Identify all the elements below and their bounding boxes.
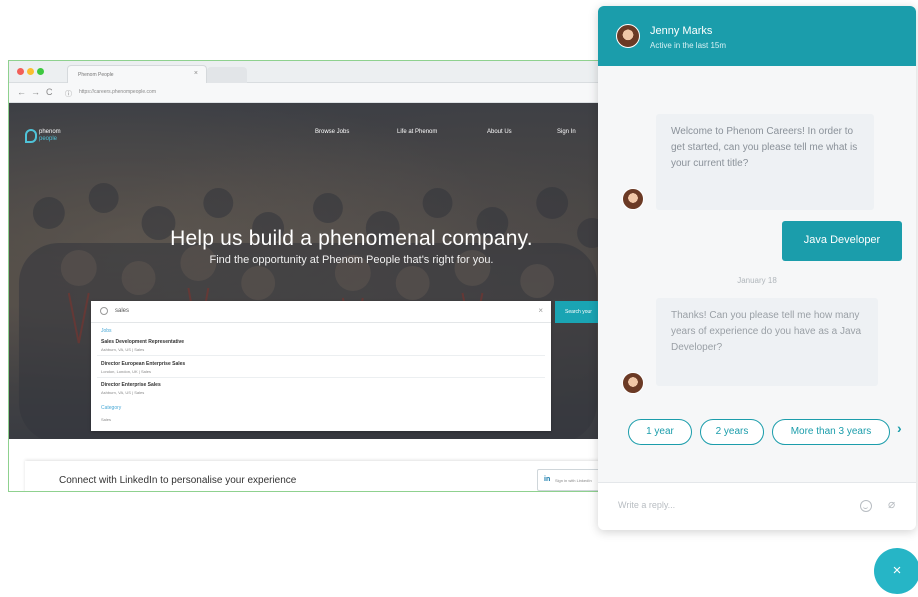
close-chat-button[interactable]: × <box>874 548 918 594</box>
quick-reply-more-than-3-years[interactable]: More than 3 years <box>772 419 890 445</box>
chat-widget: Jenny Marks Active in the last 15m Welco… <box>598 6 916 530</box>
agent-status: Active in the last 15m <box>650 41 727 50</box>
tab-close-icon[interactable]: × <box>194 70 198 77</box>
job-search-dropdown: sales × Jobs Sales Development Represent… <box>91 301 551 431</box>
agent-avatar <box>622 372 644 394</box>
browser-tab[interactable]: Phenom People × <box>67 65 207 83</box>
suggestion-title: Director Enterprise Sales <box>101 382 161 388</box>
suggestion-meta: London, London, UK | Sales <box>101 369 151 374</box>
minimize-window-button[interactable] <box>27 68 34 75</box>
nav-browse-jobs[interactable]: Browse Jobs <box>315 129 349 135</box>
new-tab-button[interactable] <box>207 67 247 83</box>
attachment-icon[interactable]: ⌀ <box>888 497 895 511</box>
chat-header: Jenny Marks Active in the last 15m <box>598 6 916 66</box>
browser-window: Phenom People × ← → C ⓘ https://careers.… <box>8 60 608 492</box>
suggestion-meta: Ashburn, VA, US | Sales <box>101 347 145 352</box>
phenom-logo[interactable]: phenom people <box>25 127 67 153</box>
linkedin-button-label: Sign in with LinkedIn <box>555 478 592 483</box>
nav-about-us[interactable]: About Us <box>487 129 512 135</box>
suggestion-title: Director European Enterprise Sales <box>101 361 186 367</box>
agent-name: Jenny Marks <box>650 25 713 37</box>
careers-page: phenom people Browse Jobs Life at Phenom… <box>9 103 607 491</box>
chat-composer: Write a reply... ⌀ <box>598 482 916 530</box>
browser-titlebar: Phenom People × <box>9 61 607 83</box>
suggestion-group-jobs: Jobs <box>101 328 112 334</box>
site-info-icon[interactable]: ⓘ <box>65 89 72 99</box>
nav-life-at-phenom[interactable]: Life at Phenom <box>397 129 437 135</box>
linkedin-banner: Connect with LinkedIn to personalise you… <box>25 461 607 491</box>
phenom-logo-icon <box>25 129 37 143</box>
search-input[interactable]: sales × <box>91 301 551 323</box>
date-separator: January 18 <box>737 276 777 285</box>
search-value: sales <box>115 308 130 314</box>
hero-title: Help us build a phenomenal company. <box>170 227 533 250</box>
url-field[interactable]: https://careers.phenompeople.com <box>79 89 156 95</box>
quick-reply-2-years[interactable]: 2 years <box>700 419 764 445</box>
category-item[interactable]: Sales <box>101 417 111 422</box>
forward-icon[interactable]: → <box>31 87 40 97</box>
bot-message: Welcome to Phenom Careers! In order to g… <box>656 114 874 210</box>
back-icon[interactable]: ← <box>17 87 26 97</box>
tab-title: Phenom People <box>78 72 114 78</box>
search-icon <box>100 307 108 315</box>
logo-line2: people <box>39 136 58 142</box>
user-message: Java Developer <box>782 221 902 261</box>
linkedin-icon: in <box>544 476 551 483</box>
reload-icon[interactable]: C <box>46 87 53 97</box>
agent-avatar <box>616 24 640 48</box>
divider <box>97 377 545 378</box>
close-window-button[interactable] <box>17 68 24 75</box>
quick-reply-1-year[interactable]: 1 year <box>628 419 692 445</box>
chevron-right-icon[interactable]: › <box>897 420 902 436</box>
maximize-window-button[interactable] <box>37 68 44 75</box>
hero-subtitle: Find the opportunity at Phenom People th… <box>209 254 494 266</box>
suggestion-group-category: Category <box>101 405 122 411</box>
agent-avatar <box>622 188 644 210</box>
linkedin-prompt: Connect with LinkedIn to personalise you… <box>59 475 297 486</box>
bot-message: Thanks! Can you please tell me how many … <box>656 298 878 386</box>
logo-line1: phenom <box>39 129 61 135</box>
nav-sign-in[interactable]: Sign In <box>557 129 576 135</box>
clear-search-icon[interactable]: × <box>538 306 543 315</box>
suggestion-meta: Ashburn, VA, US | Sales <box>101 390 145 395</box>
emoji-icon[interactable] <box>860 500 872 512</box>
suggestion-title: Sales Development Representative <box>101 339 185 345</box>
reply-input[interactable]: Write a reply... <box>618 500 675 510</box>
address-bar: ← → C ⓘ https://careers.phenompeople.com <box>9 83 607 103</box>
divider <box>97 355 545 356</box>
